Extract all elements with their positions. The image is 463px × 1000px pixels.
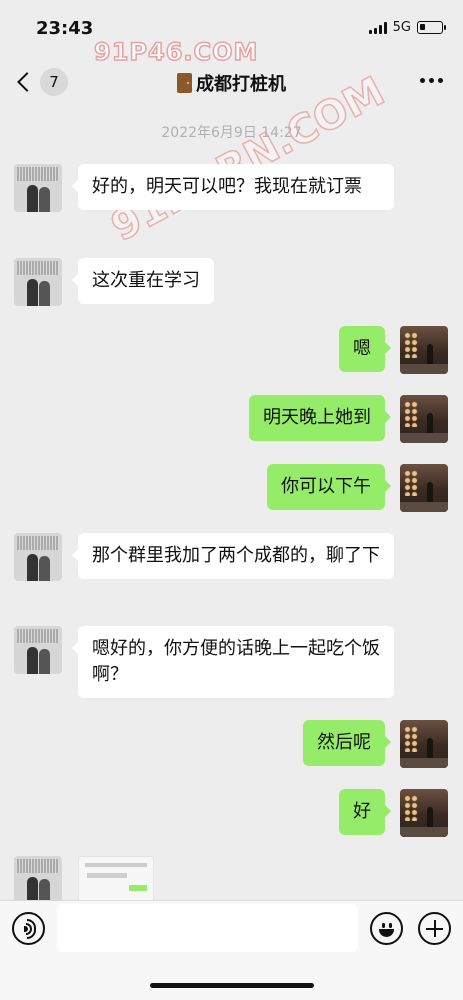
message-bubble-sent[interactable]: 好	[339, 789, 391, 835]
status-bar: 23:43 5G	[0, 0, 463, 56]
message-bubble-sent[interactable]: 你可以下午	[267, 464, 391, 510]
message-bubble-received[interactable]: 这次重在学习	[72, 258, 214, 304]
message-timestamp: 2022年6月9日 14:27	[161, 125, 302, 141]
my-avatar[interactable]	[400, 395, 448, 443]
door-icon	[177, 73, 192, 93]
message-bubble-received[interactable]: 那个群里我加了两个成都的，聊了下	[72, 533, 394, 579]
my-avatar[interactable]	[400, 720, 448, 768]
image-message-thumbnail[interactable]	[78, 856, 154, 904]
plus-icon[interactable]	[418, 912, 451, 945]
contact-avatar[interactable]	[14, 626, 62, 674]
status-icons: 5G	[368, 20, 446, 35]
chat-title[interactable]: 成都打桩机	[0, 70, 463, 96]
my-avatar[interactable]	[400, 464, 448, 512]
message-input[interactable]	[57, 904, 358, 952]
battery-icon	[417, 21, 446, 34]
message-bubble-sent[interactable]: 嗯	[339, 326, 391, 372]
message-bubble-received[interactable]: 好的，明天可以吧？我现在就订票	[72, 164, 394, 210]
emoji-icon[interactable]	[370, 912, 403, 945]
contact-avatar[interactable]	[14, 533, 62, 581]
contact-avatar[interactable]	[14, 258, 62, 306]
my-avatar[interactable]	[400, 789, 448, 837]
network-label: 5G	[392, 20, 411, 35]
my-avatar[interactable]	[400, 326, 448, 374]
chat-title-text: 成都打桩机	[196, 74, 286, 95]
more-icon[interactable]	[420, 78, 443, 83]
status-time: 23:43	[36, 18, 94, 39]
voice-icon[interactable]	[12, 912, 45, 945]
message-bubble-received[interactable]: 嗯好的，你方便的话晚上一起吃个饭啊？	[72, 626, 394, 698]
home-indicator[interactable]	[150, 983, 314, 988]
contact-avatar[interactable]	[14, 856, 62, 904]
contact-avatar[interactable]	[14, 164, 62, 212]
message-bubble-sent[interactable]: 然后呢	[303, 720, 391, 766]
message-bubble-sent[interactable]: 明天晚上她到	[249, 395, 391, 441]
signal-icon	[368, 21, 387, 34]
chat-header: 7 成都打桩机	[0, 56, 463, 108]
